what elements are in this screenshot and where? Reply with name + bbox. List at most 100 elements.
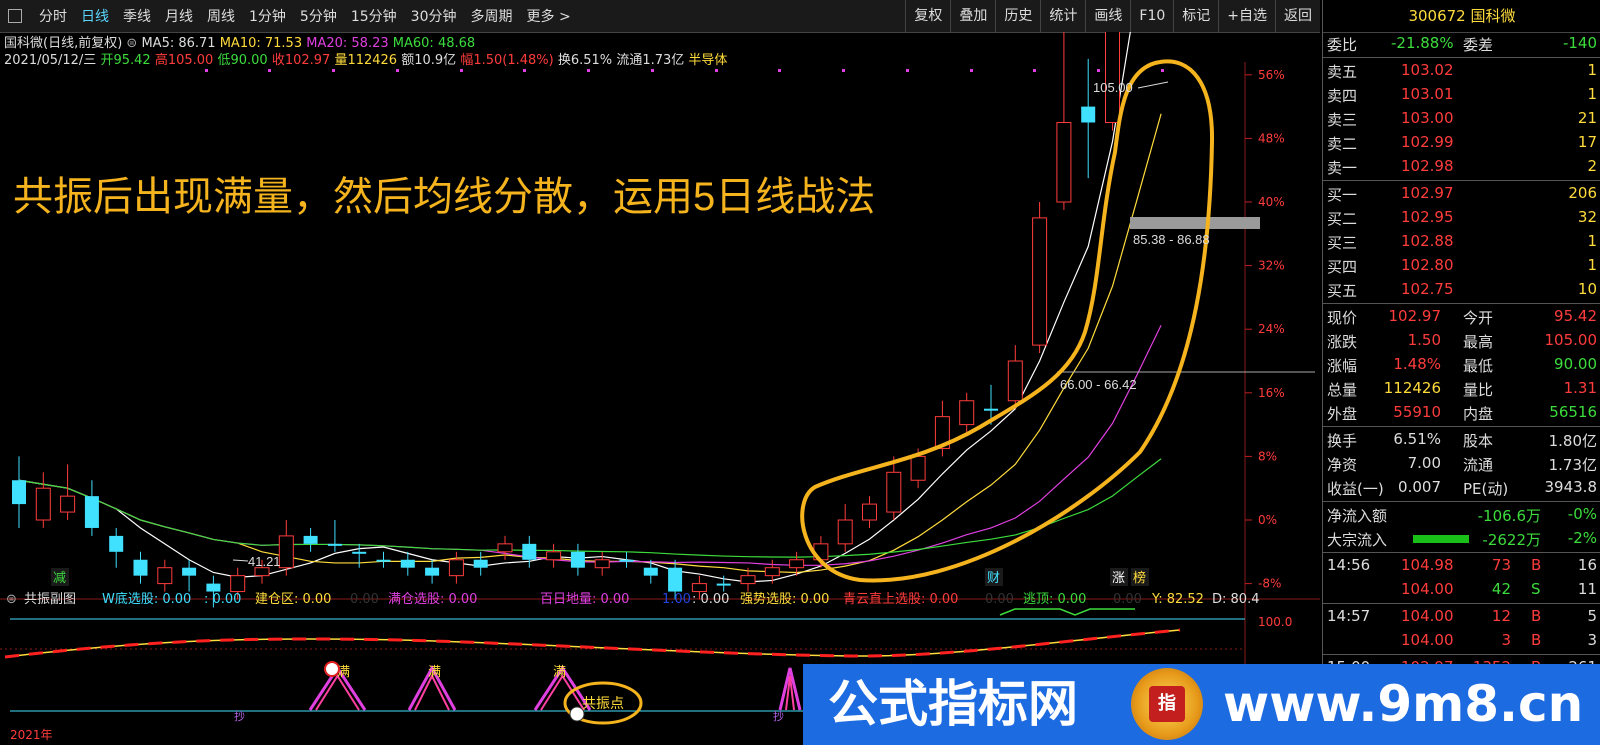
bid-label: 买二 bbox=[1327, 210, 1358, 228]
buy-marker-icon[interactable] bbox=[324, 661, 340, 677]
candle[interactable] bbox=[594, 551, 610, 576]
candle[interactable] bbox=[1007, 345, 1023, 409]
candle[interactable] bbox=[570, 543, 585, 576]
headline-annotation: 共振后出现满量，然后均线分散，运用5日线战法 bbox=[13, 175, 875, 219]
candle[interactable] bbox=[109, 527, 124, 568]
candle[interactable] bbox=[133, 551, 148, 584]
candle[interactable] bbox=[182, 559, 197, 592]
tab-4[interactable]: 周线 bbox=[200, 6, 242, 26]
weicha-value: -140 bbox=[1562, 34, 1597, 52]
tab-5[interactable]: 1分钟 bbox=[242, 6, 293, 26]
ask-row: 卖三 103.00 21 bbox=[1323, 107, 1600, 131]
tab-7[interactable]: 15分钟 bbox=[344, 6, 404, 26]
tag-jian[interactable]: 减 bbox=[53, 571, 66, 586]
candle[interactable] bbox=[1056, 32, 1072, 210]
tab-8[interactable]: 30分钟 bbox=[404, 6, 464, 26]
candle[interactable] bbox=[1032, 202, 1048, 354]
bottom-tag-1: 抄 bbox=[234, 709, 245, 723]
tab-6[interactable]: 5分钟 bbox=[293, 6, 344, 26]
build-zone-value: 建仓区: 0.00 bbox=[255, 592, 331, 607]
ask-row: 卖四 103.01 1 bbox=[1323, 83, 1600, 107]
tick-side: B bbox=[1531, 556, 1542, 574]
candle[interactable] bbox=[303, 527, 318, 552]
toolbar-button-8[interactable]: 返回 bbox=[1275, 0, 1320, 32]
tab-9[interactable]: 多周期 bbox=[464, 6, 520, 26]
resonance-label: 共振点 bbox=[582, 696, 624, 712]
resonance-point-icon[interactable] bbox=[569, 706, 585, 722]
candle[interactable] bbox=[619, 551, 634, 568]
toolbar-button-4[interactable]: 画线 bbox=[1085, 0, 1130, 32]
toolbar-button-2[interactable]: 历史 bbox=[995, 0, 1040, 32]
stat-value: 0.007 bbox=[1398, 478, 1441, 496]
bid-row: 买三 102.88 1 bbox=[1323, 230, 1600, 254]
candle[interactable] bbox=[12, 456, 26, 528]
banner-site-name: 公式指标网 bbox=[828, 675, 1078, 733]
candle[interactable] bbox=[376, 551, 391, 568]
flow-value: -106.6万 bbox=[1477, 507, 1541, 525]
bid-price: 102.88 bbox=[1401, 232, 1454, 250]
candle[interactable] bbox=[522, 535, 537, 568]
tag-zhang[interactable]: 涨 bbox=[1112, 571, 1125, 586]
kline-chart[interactable]: 120%112%104%96%88%80%72%64%56%48%40%32%2… bbox=[0, 32, 1320, 745]
candle[interactable] bbox=[1081, 58, 1096, 179]
tag-cai[interactable]: 财 bbox=[987, 571, 1000, 586]
tick-vol: 73 bbox=[1491, 556, 1511, 574]
candle[interactable] bbox=[959, 392, 975, 433]
candle[interactable] bbox=[278, 520, 294, 576]
highlight-outline bbox=[800, 59, 1215, 583]
sub-title: 共振副图 bbox=[24, 592, 76, 607]
candle[interactable] bbox=[886, 456, 902, 520]
stat-label: 内盘 bbox=[1463, 405, 1494, 423]
candle[interactable] bbox=[84, 480, 99, 536]
tick-count: 16 bbox=[1577, 556, 1597, 574]
candle[interactable] bbox=[837, 504, 853, 552]
sub-settings-icon[interactable]: ⊜ bbox=[6, 592, 17, 607]
candle[interactable] bbox=[643, 559, 658, 584]
resistance-bar bbox=[1130, 217, 1260, 229]
toolbar-button-6[interactable]: 标记 bbox=[1173, 0, 1218, 32]
toolbar-button-1[interactable]: 叠加 bbox=[950, 0, 995, 32]
tick-vol: 42 bbox=[1491, 580, 1511, 598]
hundred-day-value: 百日地量: 0.00 bbox=[540, 592, 629, 607]
tab-3[interactable]: 月线 bbox=[158, 6, 200, 26]
tick-time: 14:57 bbox=[1327, 607, 1371, 625]
tab-1[interactable]: 日线 bbox=[74, 6, 116, 26]
candle[interactable] bbox=[327, 520, 342, 552]
qingyun-value: 青云直上选股: 0.00 bbox=[843, 592, 958, 607]
candle[interactable] bbox=[862, 496, 877, 528]
ask-vol: 1 bbox=[1587, 85, 1597, 103]
tick-time: 14:56 bbox=[1327, 556, 1371, 574]
candle[interactable] bbox=[473, 551, 488, 576]
candle[interactable] bbox=[35, 472, 51, 528]
ma20-line bbox=[18, 324, 1162, 566]
bid-vol: 1 bbox=[1587, 232, 1597, 250]
ask-vol: 21 bbox=[1577, 109, 1597, 127]
ask-price: 103.02 bbox=[1401, 61, 1454, 79]
y-tick-label: 56% bbox=[1258, 68, 1285, 82]
candle[interactable] bbox=[400, 551, 415, 576]
tab-10[interactable]: 更多 > bbox=[520, 6, 578, 26]
candle[interactable] bbox=[157, 559, 173, 592]
toolbar-button-7[interactable]: +自选 bbox=[1218, 0, 1275, 32]
tab-0[interactable]: 分时 bbox=[32, 6, 74, 26]
candle[interactable] bbox=[425, 559, 440, 584]
bid-price: 102.75 bbox=[1401, 280, 1454, 298]
banner-url: www.9m8.cn bbox=[1223, 675, 1584, 733]
tab-2[interactable]: 季线 bbox=[116, 6, 158, 26]
candle[interactable] bbox=[352, 543, 367, 568]
window-icon[interactable] bbox=[8, 9, 22, 23]
toolbar-button-0[interactable]: 复权 bbox=[905, 0, 950, 32]
candle[interactable] bbox=[60, 464, 76, 520]
ask-price: 102.98 bbox=[1401, 157, 1454, 175]
tag-bang[interactable]: 榜 bbox=[1133, 570, 1146, 586]
tick-price: 104.00 bbox=[1401, 607, 1454, 625]
stat-value: 90.00 bbox=[1554, 355, 1597, 373]
candle[interactable] bbox=[448, 551, 464, 584]
toolbar-button-3[interactable]: 统计 bbox=[1040, 0, 1085, 32]
watermark-banner: 公式指标网 指 www.9m8.cn bbox=[803, 664, 1600, 745]
candle[interactable] bbox=[764, 559, 780, 584]
tick-side: B bbox=[1531, 631, 1542, 649]
toolbar-button-5[interactable]: F10 bbox=[1130, 0, 1173, 32]
candle[interactable] bbox=[497, 535, 513, 560]
candle[interactable] bbox=[546, 543, 562, 568]
